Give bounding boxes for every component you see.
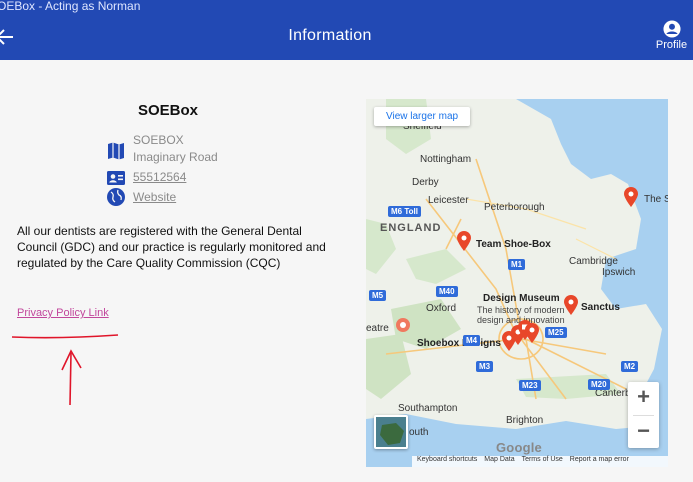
map-label-england: ENGLAND xyxy=(380,222,442,234)
report-map-error-link[interactable]: Report a map error xyxy=(570,456,629,463)
map-pin-theatre[interactable] xyxy=(395,317,411,333)
phone-number[interactable]: 55512564 xyxy=(133,169,186,186)
road-m3: M3 xyxy=(476,361,494,372)
profile-label: Profile xyxy=(655,39,688,51)
poi-design-museum[interactable]: Design Museum xyxy=(483,293,560,304)
map-pin-team-shoebox[interactable] xyxy=(457,231,471,251)
map-label-theatre: eatre xyxy=(366,323,389,334)
road-m40: M40 xyxy=(436,286,458,297)
road-m1: M1 xyxy=(508,259,526,270)
map-pin-the-s[interactable] xyxy=(624,187,638,207)
map-label-brighton: Brighton xyxy=(506,415,544,426)
map-pin-london-b[interactable] xyxy=(525,323,539,343)
keyboard-shortcuts-link[interactable]: Keyboard shortcuts xyxy=(417,456,477,463)
satellite-layer-toggle[interactable] xyxy=(374,415,408,449)
map-label-nottingham: Nottingham xyxy=(420,154,472,165)
map-attribution-bar: Keyboard shortcuts Map Data Terms of Use… xyxy=(412,456,668,467)
privacy-policy-link[interactable]: Privacy Policy Link xyxy=(17,307,109,319)
poi-shoebox-designs[interactable]: Shoebox Designs xyxy=(417,338,501,349)
road-m5: M5 xyxy=(369,290,387,301)
address-line2: Imaginary Road xyxy=(133,150,218,164)
top-app-bar: OEBox - Acting as Norman Information Pro… xyxy=(0,0,693,60)
map-label-oxford: Oxford xyxy=(426,303,457,314)
website-link[interactable]: Website xyxy=(133,189,176,206)
app-title: OEBox - Acting as Norman xyxy=(0,0,141,13)
road-m20: M20 xyxy=(588,379,610,390)
satellite-thumbnail-icon xyxy=(376,417,406,447)
map-label-cambridge: Cambridge xyxy=(569,256,618,267)
zoom-in-button[interactable]: + xyxy=(628,382,659,414)
road-m6-toll: M6 Toll xyxy=(388,206,421,217)
information-page: SOEBox SOEBOX Imaginary Road 55512564 We… xyxy=(0,60,693,482)
map-label-south: outh xyxy=(409,427,429,438)
google-logo: Google xyxy=(496,440,542,455)
map-label-leicester: Leicester xyxy=(428,195,469,206)
google-map[interactable]: Sheffield Nottingham Derby Leicester Pet… xyxy=(366,99,668,467)
road-m25: M25 xyxy=(545,327,567,338)
map-pin-sanctus[interactable] xyxy=(564,295,578,315)
road-m4: M4 xyxy=(463,335,481,346)
zoom-out-button[interactable]: − xyxy=(628,416,659,448)
zoom-controls: + − xyxy=(628,382,659,448)
map-label-derby: Derby xyxy=(412,177,439,188)
map-label-southampton: Southampton xyxy=(398,403,458,414)
map-label-ipswich: Ipswich xyxy=(602,267,636,278)
view-larger-map-link[interactable]: View larger map xyxy=(374,107,471,126)
page-title: Information xyxy=(288,27,372,44)
map-data-link[interactable]: Map Data xyxy=(484,456,514,463)
poi-sanctus[interactable]: Sanctus xyxy=(581,302,620,313)
globe-icon xyxy=(107,188,125,206)
address-line1: SOEBOX xyxy=(133,133,184,147)
terms-of-use-link[interactable]: Terms of Use xyxy=(522,456,563,463)
profile-button[interactable]: Profile xyxy=(650,20,693,51)
road-m23: M23 xyxy=(519,380,541,391)
road-m2: M2 xyxy=(621,361,639,372)
red-arrow-annotation xyxy=(11,334,119,406)
contact-card-icon xyxy=(107,171,125,185)
poi-team-shoebox[interactable]: Team Shoe-Box xyxy=(476,239,551,250)
map-icon xyxy=(108,142,124,160)
account-circle-icon xyxy=(662,20,681,38)
regulation-statement: All our dentists are registered with the… xyxy=(17,224,326,270)
map-label-peterborough: Peterborough xyxy=(484,202,545,213)
practice-name: SOEBox xyxy=(137,102,198,119)
map-label-the-s: The S xyxy=(644,194,668,205)
